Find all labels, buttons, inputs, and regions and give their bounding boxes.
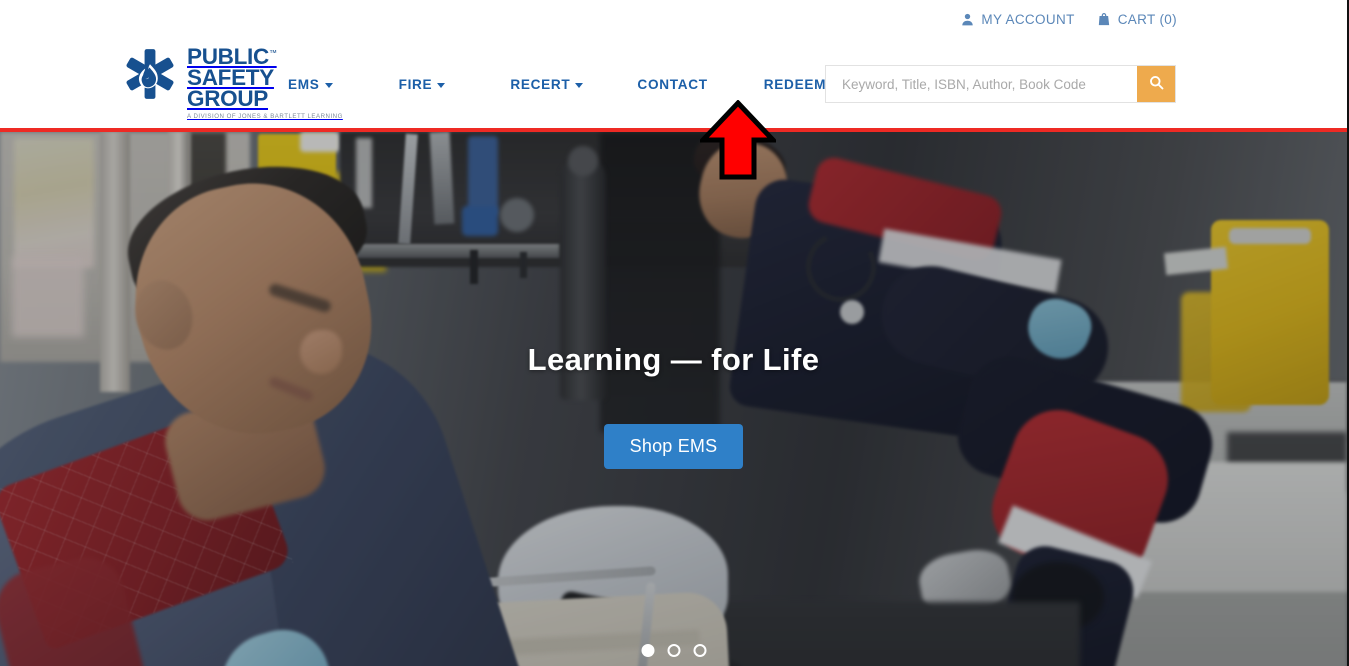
nav-item-recert[interactable]: RECERT — [510, 69, 584, 100]
chevron-down-icon — [575, 82, 584, 88]
nav-label-ems: EMS — [288, 76, 320, 92]
cart-link[interactable]: CART (0) — [1097, 12, 1177, 27]
search-bar — [825, 65, 1176, 103]
trademark-symbol: ™ — [268, 48, 277, 58]
carousel-dots — [641, 644, 706, 657]
carousel-dot-1[interactable] — [641, 644, 654, 657]
shopping-bag-icon — [1097, 12, 1111, 26]
user-icon — [961, 13, 974, 26]
chevron-down-icon — [324, 82, 333, 88]
hero-title: Learning — for Life — [527, 342, 820, 377]
hero-content: Learning — for Life Shop EMS — [0, 132, 1347, 666]
search-icon — [1149, 75, 1164, 93]
nav-label-fire: FIRE — [398, 76, 433, 92]
my-account-link[interactable]: MY ACCOUNT — [961, 12, 1074, 27]
site-header: PUBLIC™ SAFETY GROUP A DIVISION OF JONES… — [0, 38, 1347, 130]
nav-label-contact: CONTACT — [637, 76, 708, 92]
search-input[interactable] — [826, 66, 1137, 102]
search-button[interactable] — [1137, 66, 1175, 102]
nav-label-recert: RECERT — [510, 76, 571, 92]
carousel-dot-2[interactable] — [667, 644, 680, 657]
nav-item-contact[interactable]: CONTACT — [637, 69, 707, 100]
shop-ems-button[interactable]: Shop EMS — [603, 424, 744, 469]
nav-item-ems[interactable]: EMS — [288, 69, 333, 100]
chevron-down-icon — [437, 82, 446, 88]
nav-item-fire[interactable]: FIRE — [399, 69, 446, 100]
main-navigation: EMS FIRE RECERT CONTACT REDEEM CODE — [288, 38, 873, 130]
carousel-dot-3[interactable] — [693, 644, 706, 657]
header-red-rule — [0, 128, 1347, 132]
utility-bar: MY ACCOUNT CART (0) — [0, 0, 1347, 38]
star-of-life-flame-icon — [122, 46, 178, 100]
hero-carousel: Learning — for Life Shop EMS — [0, 132, 1347, 666]
cart-label: CART (0) — [1117, 11, 1177, 27]
my-account-label: MY ACCOUNT — [981, 11, 1075, 27]
page-root: MY ACCOUNT CART (0) PUBLIC™ SAFETY GROUP… — [0, 0, 1349, 666]
